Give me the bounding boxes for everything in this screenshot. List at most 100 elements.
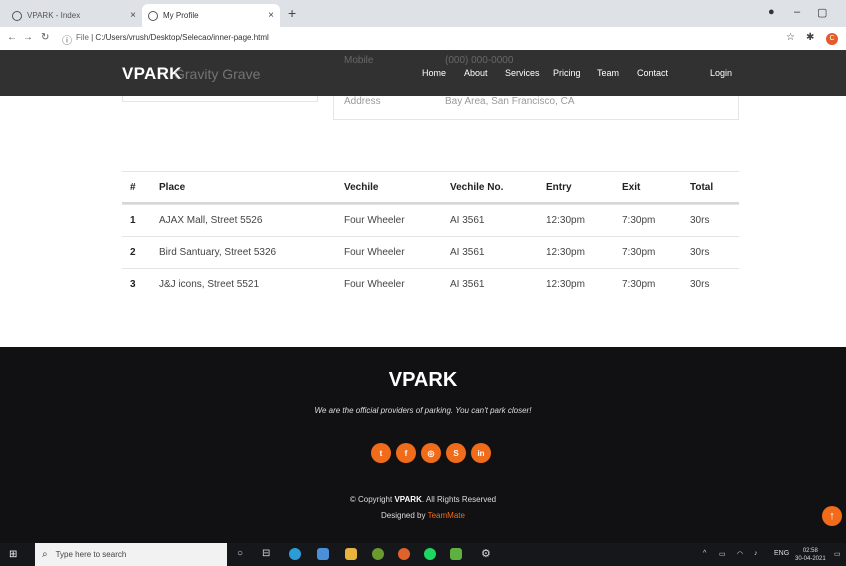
instagram-icon[interactable]: ◎ [421,443,441,463]
tab-title: VPARK - Index [27,11,81,20]
table-cell: 2 [130,247,136,258]
table-cell: 12:30pm [546,247,585,258]
forward-arrow-icon[interactable]: → [23,32,33,43]
file-explorer-icon[interactable] [345,548,357,560]
skype-icon[interactable]: S [446,443,466,463]
clock[interactable]: 02:58 30-04-2021 [795,547,826,563]
language-indicator[interactable]: ENG [774,550,789,557]
nav-pricing[interactable]: Pricing [553,68,581,78]
search-icon: ⌕ [42,549,48,560]
copyright-prefix: © Copyright [349,495,393,504]
nav-services[interactable]: Services [505,68,540,78]
back-arrow-icon[interactable]: ← [7,32,17,43]
nav-team[interactable]: Team [597,68,619,78]
table-cell: AI 3561 [450,215,485,226]
maximize-icon[interactable]: ▢ [817,6,827,19]
table-cell: 3 [130,279,136,290]
site-logo[interactable]: VPARK [122,64,182,84]
table-cell: 30rs [690,279,710,290]
clock-time: 02:58 [802,548,818,554]
taskbar-search[interactable]: ⌕ Type here to search [35,543,227,566]
cortana-icon[interactable]: ○ [237,548,243,559]
wifi-icon[interactable]: ◠ [737,550,743,558]
back-to-top-button[interactable]: ↑ [822,506,842,526]
table-cell: 12:30pm [546,215,585,226]
address-bar: ← → ↻ ⓘ File | C:/Users/vrush/Desktop/Se… [0,27,846,50]
designer-link[interactable]: TeamMate [428,511,465,520]
footer-tagline: We are the official providers of parking… [314,406,532,415]
nav-about[interactable]: About [464,68,488,78]
table-cell: AJAX Mall, Street 5526 [159,215,263,226]
nav-home[interactable]: Home [422,68,446,78]
app-icon[interactable] [372,548,384,560]
address-label: Address [344,96,381,107]
edge-icon[interactable] [289,548,301,560]
parking-history-table: # Place Vechile Vechile No. Entry Exit T… [122,171,739,300]
settings-icon[interactable]: ⚙ [481,547,491,560]
page-content: Address Bay Area, San Francisco, CA VPAR… [0,50,846,543]
url-field[interactable]: File | C:/Users/vrush/Desktop/Selecao/in… [76,33,269,42]
table-cell: AI 3561 [450,247,485,258]
column-header: Exit [622,182,641,193]
column-header: Entry [546,182,572,193]
reload-icon[interactable]: ↻ [41,32,49,43]
arrow-up-icon: ↑ [829,510,835,522]
column-header: Vechile No. [450,182,504,193]
url-text: C:/Users/vrush/Desktop/Selecao/inner-pag… [95,33,269,42]
table-cell: 30rs [690,247,710,258]
table-cell: 1 [130,215,136,226]
column-header: Total [690,182,714,193]
table-row: 2 Bird Santuary, Street 5326 Four Wheele… [122,236,739,268]
mobile-label-behind: Mobile [344,55,374,66]
notifications-icon[interactable]: ▭ [834,550,841,558]
twitter-icon[interactable]: t [371,443,391,463]
close-icon[interactable]: × [130,10,136,21]
chrome-icon[interactable] [398,548,410,560]
table-cell: 7:30pm [622,247,656,258]
table-cell: Four Wheeler [344,215,405,226]
site-header: VPARK Gravity Grave Mobile (000) 000-000… [0,50,846,96]
table-cell: 12:30pm [546,279,585,290]
close-icon[interactable]: × [268,10,274,21]
extensions-icon[interactable]: ✱ [806,32,814,43]
social-links: t f ◎ S in [371,443,491,463]
browser-tab-bar: VPARK - Index × My Profile × + ● – ▢ [0,0,846,27]
table-row: 1 AJAX Mall, Street 5526 Four Wheeler AI… [122,204,739,236]
address-value: Bay Area, San Francisco, CA [445,96,575,107]
chevron-up-icon[interactable]: ^ [703,550,706,557]
tab-vpark-index[interactable]: VPARK - Index × [6,4,142,27]
volume-icon[interactable]: ♪ [754,550,758,557]
spotify-icon[interactable] [424,548,436,560]
table-cell: Four Wheeler [344,279,405,290]
table-row: 3 J&J icons, Street 5521 Four Wheeler AI… [122,268,739,300]
nav-login[interactable]: Login [710,68,732,78]
mobile-value-behind: (000) 000-0000 [445,55,514,66]
globe-icon [148,10,158,21]
tab-title: My Profile [163,11,199,20]
battery-icon[interactable]: ▭ [719,550,726,558]
table-cell: 7:30pm [622,215,656,226]
credits: Designed by TeamMate [0,511,846,520]
windows-start-icon[interactable]: ⊞ [9,549,17,560]
table-cell: 7:30pm [622,279,656,290]
task-view-icon[interactable]: ⊟ [262,548,270,559]
facebook-icon[interactable]: f [396,443,416,463]
footer-logo: VPARK [388,369,458,391]
bookmark-star-icon[interactable]: ☆ [786,32,795,43]
table-header-row: # Place Vechile Vechile No. Entry Exit T… [122,171,739,204]
table-cell: Four Wheeler [344,247,405,258]
info-icon: ⓘ [62,36,72,47]
minimize-icon[interactable]: – [794,6,800,18]
linkedin-icon[interactable]: in [471,443,491,463]
copyright-brand: VPARK [394,495,422,504]
tab-my-profile[interactable]: My Profile × [142,4,280,27]
store-icon[interactable] [317,548,329,560]
new-tab-button[interactable]: + [288,5,296,21]
windows-taskbar: ⊞ ⌕ Type here to search ○ ⊟ ⚙ ^ ▭ ◠ ♪ EN… [0,543,846,566]
profile-avatar[interactable]: C [826,33,838,45]
table-cell: J&J icons, Street 5521 [159,279,260,290]
nav-contact[interactable]: Contact [637,68,668,78]
notepad-icon[interactable] [450,548,462,560]
search-placeholder: Type here to search [55,550,127,559]
record-icon[interactable]: ● [768,6,775,18]
